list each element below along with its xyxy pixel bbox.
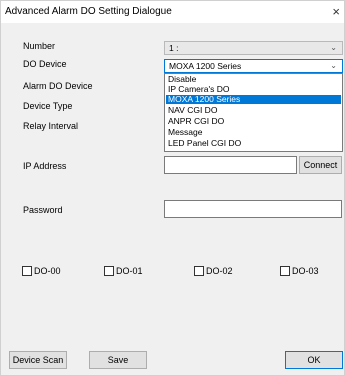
do-01-checkbox[interactable] xyxy=(104,266,114,276)
do-01-checkbox-group[interactable]: DO-01 xyxy=(104,266,143,276)
chevron-down-icon: ⌄ xyxy=(330,61,337,70)
dropdown-option[interactable]: Message xyxy=(166,128,341,137)
do-00-checkbox-group[interactable]: DO-00 xyxy=(22,266,61,276)
number-value: 1 : xyxy=(169,43,179,53)
connect-button[interactable]: Connect xyxy=(299,156,342,174)
do-device-label: DO Device xyxy=(23,59,67,69)
ok-button[interactable]: OK xyxy=(285,351,343,369)
do-device-dropdown-list: Disable IP Camera's DO MOXA 1200 Series … xyxy=(164,73,343,152)
do-01-label: DO-01 xyxy=(116,266,143,276)
alarm-do-device-label: Alarm DO Device xyxy=(23,81,93,91)
do-02-label: DO-02 xyxy=(206,266,233,276)
relay-interval-label: Relay Interval xyxy=(23,121,79,131)
do-00-label: DO-00 xyxy=(34,266,61,276)
dropdown-option[interactable]: NAV CGI DO xyxy=(166,106,341,115)
password-label: Password xyxy=(23,205,63,215)
do-03-checkbox-group[interactable]: DO-03 xyxy=(280,266,319,276)
save-button[interactable]: Save xyxy=(89,351,147,369)
device-scan-button[interactable]: Device Scan xyxy=(9,351,67,369)
number-select[interactable]: 1 : ⌄ xyxy=(164,41,343,55)
dropdown-option[interactable]: ANPR CGI DO xyxy=(166,117,341,126)
dropdown-option[interactable]: LED Panel CGI DO xyxy=(166,139,341,148)
password-input[interactable] xyxy=(164,200,342,218)
device-type-label: Device Type xyxy=(23,101,73,111)
ip-address-label: IP Address xyxy=(23,161,67,171)
do-00-checkbox[interactable] xyxy=(22,266,32,276)
close-icon[interactable]: × xyxy=(332,4,340,19)
do-03-checkbox[interactable] xyxy=(280,266,290,276)
chevron-down-icon: ⌄ xyxy=(330,43,337,52)
do-03-label: DO-03 xyxy=(292,266,319,276)
dropdown-option-selected[interactable]: MOXA 1200 Series xyxy=(166,95,341,104)
number-label: Number xyxy=(23,41,56,51)
do-device-select[interactable]: MOXA 1200 Series ⌄ xyxy=(164,59,343,73)
do-device-value: MOXA 1200 Series xyxy=(169,61,242,71)
dropdown-option[interactable]: IP Camera's DO xyxy=(166,85,341,94)
ip-address-input[interactable] xyxy=(164,156,297,174)
dialog-title: Advanced Alarm DO Setting Dialogue xyxy=(5,6,172,17)
do-02-checkbox[interactable] xyxy=(194,266,204,276)
do-02-checkbox-group[interactable]: DO-02 xyxy=(194,266,233,276)
title-bar[interactable]: Advanced Alarm DO Setting Dialogue × xyxy=(1,1,344,23)
dialog-window: Advanced Alarm DO Setting Dialogue × Num… xyxy=(0,0,345,376)
dropdown-option[interactable]: Disable xyxy=(166,75,341,84)
